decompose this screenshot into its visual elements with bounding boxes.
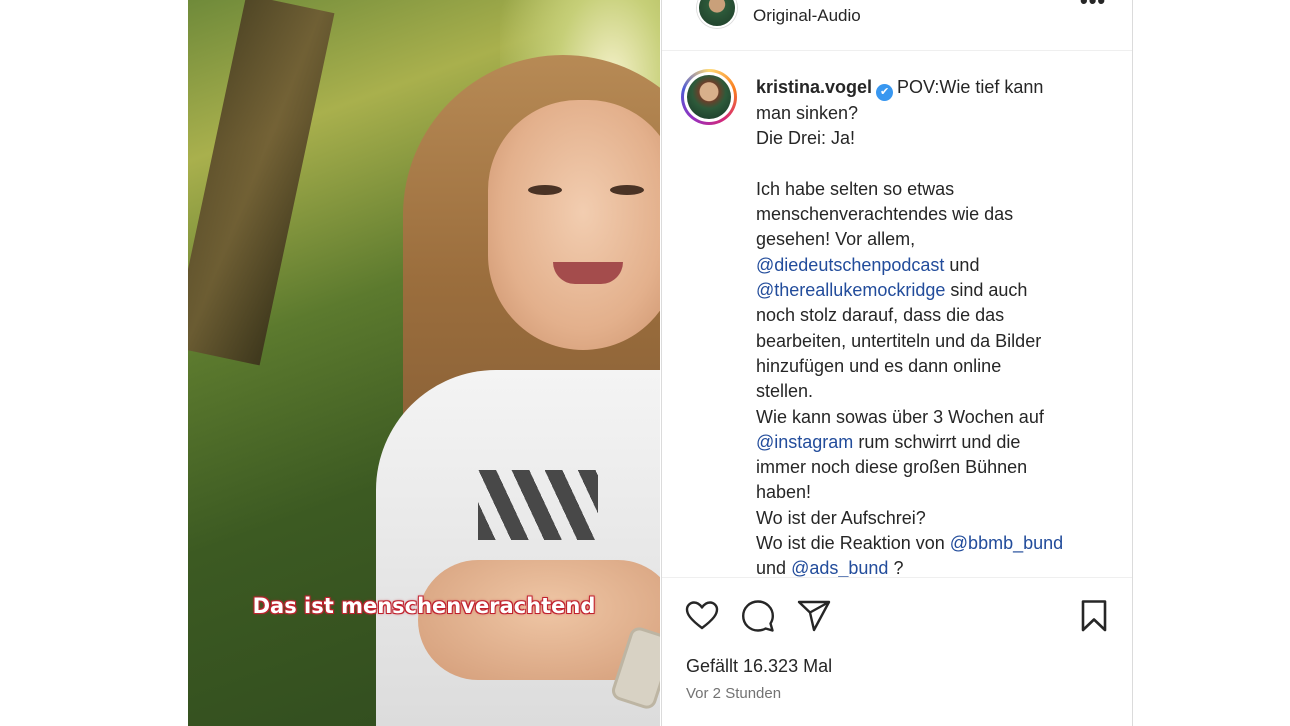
caption-line: @instagram rum schwirrt und die [756,430,1106,455]
author-username[interactable]: kristina.vogel [756,77,872,97]
caption-line: Wo ist die Reaktion von @bbmb_bund [756,531,1106,556]
caption-text: und [949,254,980,275]
post-side-panel: Original-Audio ••• kristina.vogel ✔ POV:Wi… [661,0,1133,726]
header-avatar[interactable] [697,0,737,28]
verified-badge-icon: ✔ [876,84,894,101]
video-person-eye [610,185,644,195]
caption-text: gesehen! Vor allem, [756,229,916,250]
caption-text: noch stolz darauf, dass die das [756,305,1005,326]
caption-text: Die Drei: Ja! [756,128,856,149]
mention-link[interactable]: @instagram [756,432,853,452]
caption-text: sind auch [950,280,1028,301]
original-audio-link[interactable]: Original-Audio [753,6,861,26]
video-shirt-print [478,470,598,540]
caption-text: und [756,558,787,577]
caption-text: rum schwirrt und die [858,431,1021,452]
caption-first-line: kristina.vogel ✔ POV:Wie tief kann [756,75,1106,101]
video-subtitle: Das ist menschenverachtend [252,594,596,618]
post-actions-bar [662,577,1132,658]
caption-text: Ich habe selten so etwas [756,178,955,199]
caption-text: Wo ist die Reaktion von [756,533,945,554]
caption-line: und @ads_bund ? [756,556,1106,577]
heart-icon[interactable] [684,598,720,634]
post-header: Original-Audio ••• [662,0,1132,51]
post-caption: kristina.vogel ✔ POV:Wie tief kann man sin… [756,75,1106,577]
share-icon[interactable] [796,598,832,634]
video-person-face [488,100,660,350]
caption-text: bearbeiten, untertiteln und da Bilder [756,330,1042,351]
video-person-mouth [553,262,623,284]
mention-link[interactable]: @bbmb_bund [950,533,1063,553]
mention-link[interactable]: @ads_bund [791,558,888,577]
caption-line: @diedeutschenpodcast und [756,253,1106,278]
caption-text: ? [893,558,904,577]
caption-text: POV:Wie tief kann [897,77,1044,97]
avatar-image [687,75,731,119]
likes-count[interactable]: Gefällt 16.323 Mal [686,656,832,677]
caption-text: stellen. [756,381,814,402]
bookmark-icon[interactable] [1076,598,1112,634]
caption-paragraph-gap [756,152,1106,177]
author-avatar[interactable] [681,69,737,125]
caption-text: immer noch diese großen Bühnen [756,457,1028,478]
video-tree-trunk [188,0,335,366]
comment-icon[interactable] [740,598,776,634]
caption-line: @thereallukemockridge sind auch [756,278,1106,303]
caption-text: Wo ist der Aufschrei? [756,507,926,528]
caption-text: hinzufügen und es dann online [756,355,1002,376]
mention-link[interactable]: @thereallukemockridge [756,280,945,300]
caption-text: Wie kann sowas über 3 Wochen auf [756,406,1044,427]
caption-scroll-area[interactable]: kristina.vogel ✔ POV:Wie tief kann man sin… [662,51,1132,577]
more-options-icon[interactable]: ••• [1080,0,1106,14]
caption-text: menschenverachtendes wie das [756,204,1014,225]
video-person-eye [528,185,562,195]
post-timestamp[interactable]: Vor 2 Stunden [686,685,781,702]
mention-link[interactable]: @diedeutschenpodcast [756,255,944,275]
caption-text: man sinken? [756,103,859,123]
caption-text: haben! [756,482,812,503]
